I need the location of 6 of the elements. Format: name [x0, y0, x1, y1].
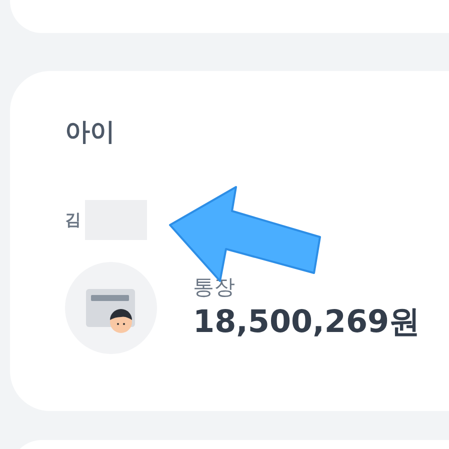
account-item[interactable]: 통장 18,500,269원 — [65, 262, 449, 354]
account-card-icon — [65, 262, 157, 354]
owner-name: 김 — [65, 210, 81, 230]
section-title: 아이 — [65, 116, 116, 148]
account-label: 통장 — [193, 274, 236, 301]
account-balance: 18,500,269원 — [193, 303, 420, 342]
